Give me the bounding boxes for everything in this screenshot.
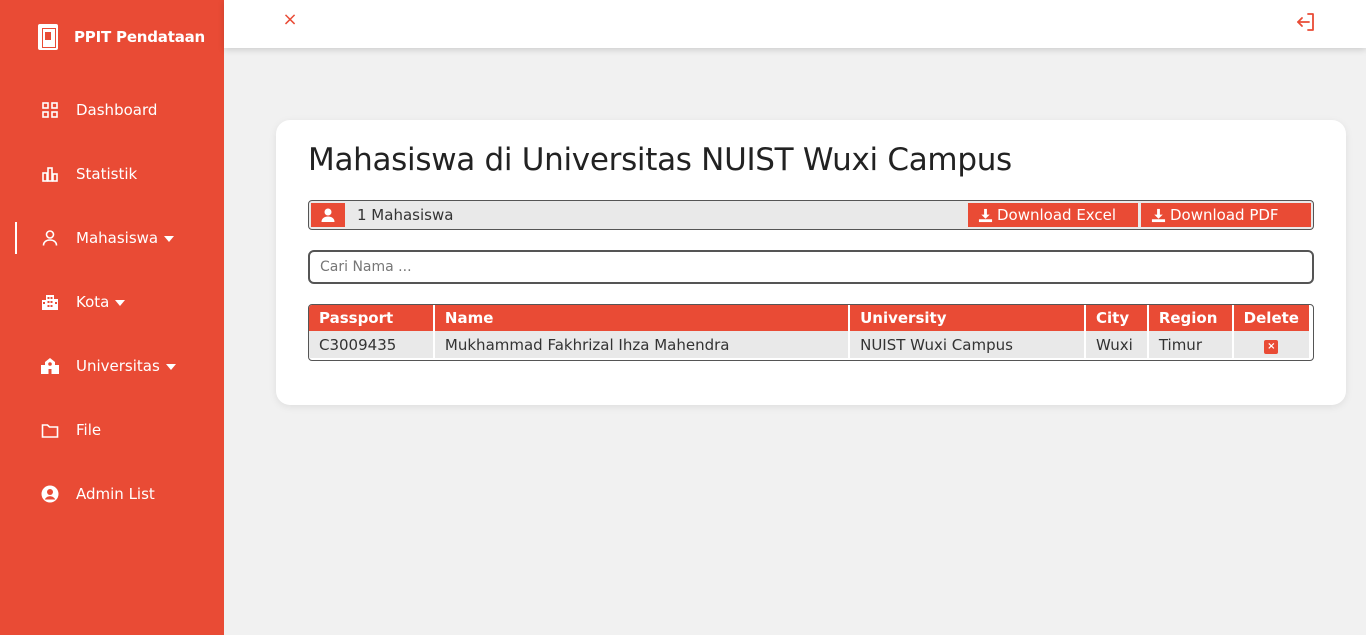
search-input[interactable]: [308, 250, 1314, 284]
sidebar-item-universitas[interactable]: Universitas: [0, 334, 224, 398]
download-icon: [978, 208, 993, 222]
user-icon: [40, 228, 60, 248]
user-icon: [311, 203, 345, 227]
sidebar-item-label: Dashboard: [76, 101, 158, 119]
user-circle-icon: [40, 484, 60, 504]
main-card: Mahasiswa di Universitas NUIST Wuxi Camp…: [276, 120, 1346, 405]
sidebar-item-label: Mahasiswa: [76, 229, 159, 247]
brand[interactable]: PPIT Pendataan: [38, 24, 205, 50]
sidebar-item-label: Universitas: [76, 357, 160, 375]
download-pdf-button[interactable]: Download PDF: [1141, 203, 1311, 227]
student-count-bar: 1 Mahasiswa Download Excel Download PDF: [308, 200, 1314, 230]
topbar: ×: [224, 0, 1366, 48]
chevron-down-icon: [164, 236, 175, 242]
school-icon: [40, 356, 60, 376]
column-header-city[interactable]: City: [1086, 305, 1147, 331]
bar-chart-icon: [40, 164, 60, 184]
logout-icon[interactable]: [1294, 10, 1318, 34]
cell-name: Mukhammad Fakhrizal Ihza Mahendra: [434, 331, 849, 358]
student-table: Passport Name University City Region Del…: [308, 304, 1314, 361]
sidebar-item-label: Statistik: [76, 165, 138, 183]
cell-passport: C3009435: [309, 331, 433, 358]
column-header-region[interactable]: Region: [1148, 305, 1232, 331]
brand-logo-icon: [38, 24, 58, 50]
cell-delete: ×: [1233, 331, 1309, 358]
column-header-delete: Delete: [1233, 305, 1309, 331]
close-sidebar-button[interactable]: ×: [281, 11, 299, 29]
download-pdf-label: Download PDF: [1170, 206, 1279, 224]
sidebar: PPIT Pendataan Dashboard Statistik Mahas…: [0, 0, 224, 635]
chevron-down-icon: [165, 364, 176, 370]
column-header-university[interactable]: University: [850, 305, 1084, 331]
page-title: Mahasiswa di Universitas NUIST Wuxi Camp…: [308, 142, 1012, 178]
chevron-down-icon: [115, 300, 126, 306]
sidebar-item-mahasiswa[interactable]: Mahasiswa: [0, 206, 224, 270]
download-excel-button[interactable]: Download Excel: [968, 203, 1138, 227]
delete-icon[interactable]: ×: [1264, 340, 1279, 354]
building-icon: [40, 292, 60, 312]
download-icon: [1151, 208, 1166, 222]
sidebar-item-dashboard[interactable]: Dashboard: [0, 78, 224, 142]
cell-region: Timur: [1148, 331, 1232, 358]
table-row: C3009435 Mukhammad Fakhrizal Ihza Mahend…: [309, 331, 1309, 358]
sidebar-item-label: Kota: [76, 293, 110, 311]
cell-city: Wuxi: [1086, 331, 1147, 358]
brand-title: PPIT Pendataan: [74, 28, 206, 46]
sidebar-item-label: Admin List: [76, 485, 155, 503]
sidebar-item-label: File: [76, 421, 102, 439]
column-header-name[interactable]: Name: [434, 305, 849, 331]
cell-university: NUIST Wuxi Campus: [850, 331, 1084, 358]
student-count: 1 Mahasiswa: [357, 206, 454, 224]
column-header-passport[interactable]: Passport: [309, 305, 433, 331]
sidebar-item-statistik[interactable]: Statistik: [0, 142, 224, 206]
download-excel-label: Download Excel: [997, 206, 1117, 224]
sidebar-item-file[interactable]: File: [0, 398, 224, 462]
grid-icon: [40, 100, 60, 120]
folder-icon: [40, 420, 60, 440]
table-header-row: Passport Name University City Region Del…: [309, 305, 1309, 331]
sidebar-item-kota[interactable]: Kota: [0, 270, 224, 334]
sidebar-nav: Dashboard Statistik Mahasiswa Kota Unive…: [0, 78, 224, 526]
sidebar-item-admin-list[interactable]: Admin List: [0, 462, 224, 526]
